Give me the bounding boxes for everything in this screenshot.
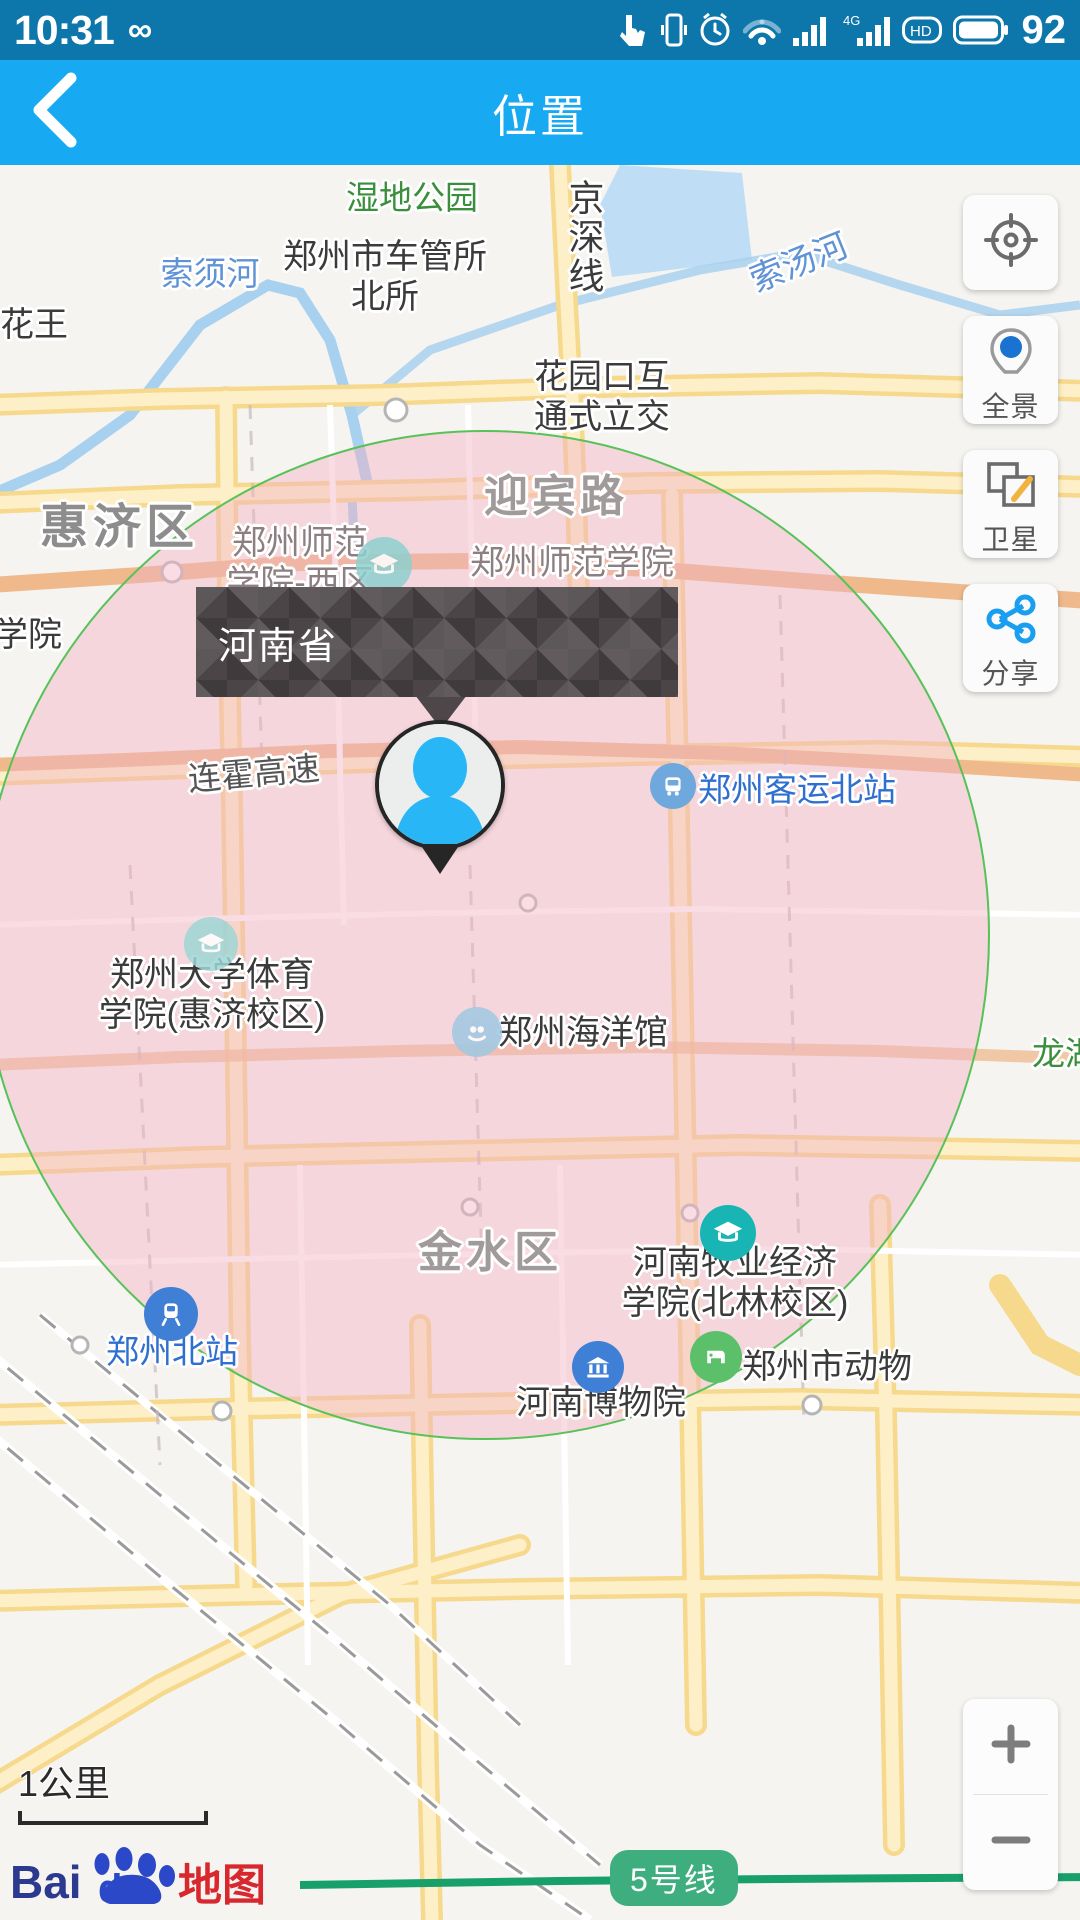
battery-percent: 92 bbox=[1021, 7, 1067, 52]
zoom-out-button[interactable] bbox=[963, 1795, 1058, 1890]
avatar-pointer-tail-icon bbox=[420, 844, 460, 874]
map-scale-bar: 1公里 bbox=[18, 1755, 208, 1825]
radius-overlay bbox=[0, 430, 990, 1440]
map-canvas[interactable]: 湿地公园 京深线 索须河 郑州市车管所 北所 花王 索汤河 花园口互 通式立交 迎宾… bbox=[0, 165, 1080, 1920]
locate-button[interactable] bbox=[963, 195, 1058, 290]
wifi-icon bbox=[742, 12, 781, 48]
alarm-icon bbox=[698, 12, 732, 48]
avatar[interactable] bbox=[375, 720, 505, 850]
app-bar: 位置 bbox=[0, 60, 1080, 165]
person-silhouette-icon bbox=[379, 724, 501, 846]
share-button[interactable]: 分享 bbox=[963, 584, 1058, 692]
user-location-marker[interactable] bbox=[375, 720, 505, 874]
location-callout[interactable]: 河南省 bbox=[196, 587, 678, 697]
page-title: 位置 bbox=[491, 91, 588, 142]
status-bar-right: 4G HD 92 bbox=[619, 7, 1067, 53]
train-station-icon[interactable] bbox=[144, 1287, 198, 1341]
bus-station-icon[interactable] bbox=[650, 763, 696, 809]
baidu-du-text: du bbox=[98, 1867, 147, 1910]
share-nodes-icon bbox=[983, 593, 1039, 650]
chevron-left-icon bbox=[25, 72, 85, 153]
zoo-icon[interactable] bbox=[690, 1331, 742, 1383]
zoom-in-button[interactable] bbox=[963, 1699, 1058, 1794]
infinity-icon: ∞ bbox=[127, 10, 153, 49]
map-control-stack: 全景 卫星 分享 bbox=[963, 195, 1058, 718]
signal-sim2-icon: 4G bbox=[843, 12, 891, 48]
metro-line-chip: 5号线 bbox=[610, 1850, 738, 1906]
scale-line bbox=[18, 1811, 208, 1825]
callout-text: 河南省 bbox=[218, 625, 339, 668]
satellite-label: 卫星 bbox=[981, 523, 1040, 555]
baidu-bai-text: Bai bbox=[10, 1856, 82, 1908]
school-icon-henan-husbandry[interactable] bbox=[700, 1205, 756, 1261]
share-label: 分享 bbox=[981, 657, 1040, 689]
panorama-pin-icon bbox=[985, 324, 1037, 383]
hd-voice-icon: HD bbox=[901, 13, 942, 47]
panorama-label: 全景 bbox=[981, 390, 1040, 422]
touch-assist-icon bbox=[619, 12, 650, 48]
panorama-button[interactable]: 全景 bbox=[963, 316, 1058, 424]
zoom-control-stack bbox=[963, 1699, 1058, 1890]
satellite-button[interactable]: 卫星 bbox=[963, 450, 1058, 558]
back-button[interactable] bbox=[0, 60, 110, 165]
status-bar: 10:31 ∞ 4G HD 92 bbox=[0, 0, 1080, 60]
satellite-layers-icon bbox=[984, 459, 1038, 516]
museum-icon[interactable] bbox=[572, 1341, 624, 1393]
aquarium-icon[interactable] bbox=[452, 1007, 502, 1057]
signal-sim1-icon bbox=[792, 12, 832, 48]
battery-icon bbox=[952, 13, 1009, 47]
scale-end-cap bbox=[204, 1811, 208, 1825]
baidu-map-word: 地图 bbox=[178, 1861, 266, 1910]
status-time: 10:31 bbox=[14, 6, 115, 53]
minus-icon bbox=[988, 1817, 1034, 1868]
status-bar-left: 10:31 ∞ bbox=[14, 7, 152, 54]
plus-icon bbox=[988, 1721, 1034, 1772]
scale-label: 1公里 bbox=[18, 1763, 111, 1804]
school-icon-zzu-sports[interactable] bbox=[184, 917, 238, 971]
svg-text:HD: HD bbox=[910, 23, 932, 40]
baidu-map-logo: Bai du 地图 bbox=[10, 1846, 300, 1910]
vibrate-icon bbox=[660, 12, 687, 48]
school-icon-normal-west[interactable] bbox=[356, 537, 412, 593]
locate-crosshair-icon bbox=[983, 212, 1039, 273]
svg-text:4G: 4G bbox=[843, 13, 860, 28]
